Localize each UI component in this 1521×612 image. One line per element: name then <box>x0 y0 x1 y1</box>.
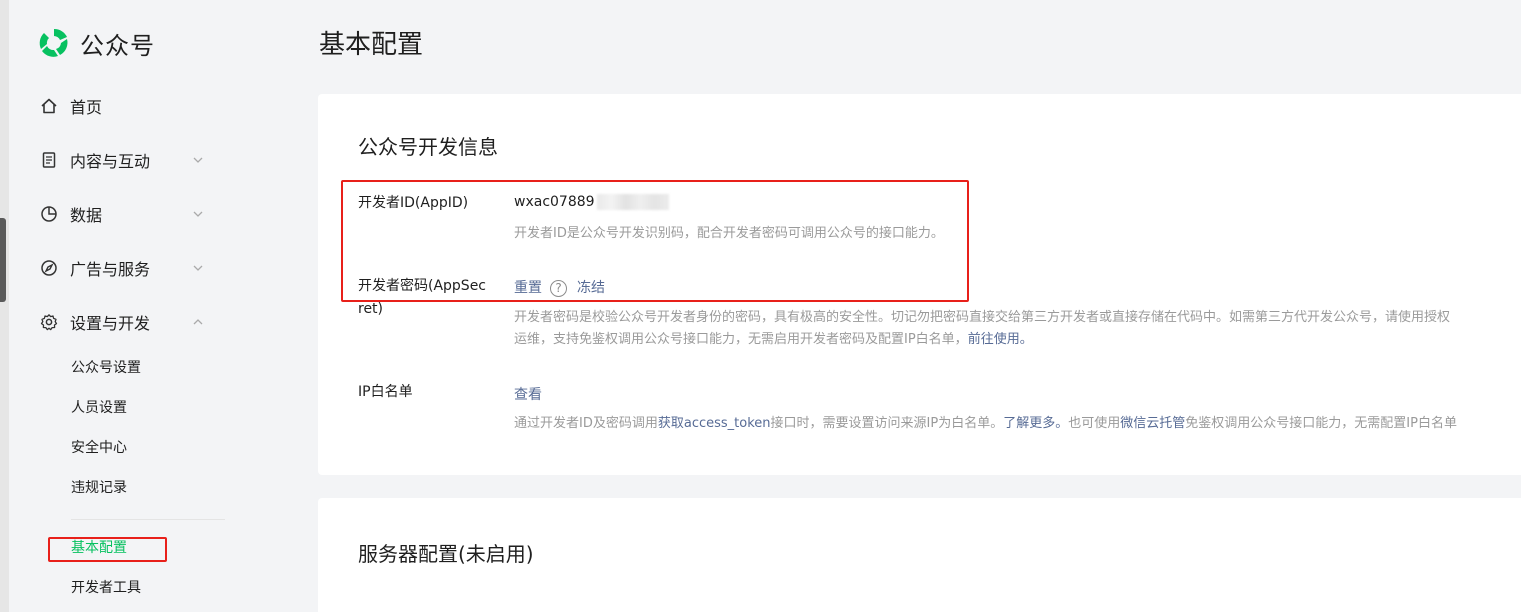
sidebar-item-label: 首页 <box>70 98 103 117</box>
ip-desc-b: 接口时，需要设置访问来源IP为白名单。 <box>770 416 1004 431</box>
sidebar-item-settings[interactable]: 设置与开发 <box>40 310 210 334</box>
sidebar-item-home[interactable]: 首页 <box>40 94 210 118</box>
scrollbar-handle[interactable] <box>0 218 6 302</box>
sidebar-subitem-dev-tools[interactable]: 开发者工具 <box>71 578 141 598</box>
access-token-link[interactable]: 获取access_token <box>658 416 771 431</box>
gear-icon <box>40 313 58 331</box>
highlight-box-credentials <box>341 180 969 302</box>
chevron-down-icon <box>193 265 203 271</box>
sidebar-subitem-violations[interactable]: 违规记录 <box>71 478 127 498</box>
chevron-down-icon <box>193 157 203 163</box>
sidebar-item-label: 设置与开发 <box>70 314 151 333</box>
wechat-official-logo-icon <box>39 28 68 57</box>
home-icon <box>40 97 58 115</box>
server-config-card: 服务器配置(未启用) <box>318 498 1521 612</box>
ip-desc-d: 免鉴权调用公众号接口能力，无需配置IP白名单 <box>1185 416 1457 431</box>
appsecret-desc-text: 运维，支持免鉴权调用公众号接口能力，无需启用开发者密码及配置IP白名单， <box>514 332 968 347</box>
server-config-title: 服务器配置(未启用) <box>358 542 534 566</box>
appsecret-desc-line2: 运维，支持免鉴权调用公众号接口能力，无需启用开发者密码及配置IP白名单，前往使用… <box>514 329 1033 351</box>
sidebar-item-label: 内容与互动 <box>70 152 151 171</box>
appsecret-label-line2: ret) <box>358 301 384 317</box>
dev-info-title: 公众号开发信息 <box>358 135 498 159</box>
window-edge <box>0 0 9 612</box>
sidebar-item-data[interactable]: 数据 <box>40 202 210 226</box>
document-icon <box>40 151 58 169</box>
sidebar-item-content[interactable]: 内容与互动 <box>40 148 210 172</box>
sidebar-item-label: 广告与服务 <box>70 260 151 279</box>
sidebar-item-ads[interactable]: 广告与服务 <box>40 256 210 280</box>
chevron-up-icon <box>193 319 203 325</box>
ip-whitelist-label: IP白名单 <box>358 384 413 400</box>
sidebar-divider <box>71 519 225 520</box>
page-title: 基本配置 <box>319 30 424 60</box>
go-use-link[interactable]: 前往使用。 <box>968 332 1033 347</box>
chevron-down-icon <box>193 211 203 217</box>
sidebar-subitem-security[interactable]: 安全中心 <box>71 438 127 458</box>
ip-whitelist-desc: 通过开发者ID及密码调用获取access_token接口时，需要设置访问来源IP… <box>514 413 1457 435</box>
learn-more-link[interactable]: 了解更多。 <box>1003 416 1068 431</box>
ip-desc-a: 通过开发者ID及密码调用 <box>514 416 658 431</box>
pie-chart-icon <box>40 205 58 223</box>
sidebar-subitem-account-settings[interactable]: 公众号设置 <box>71 358 141 378</box>
app-name: 公众号 <box>80 31 155 60</box>
app-logo[interactable]: 公众号 <box>36 25 155 61</box>
sidebar: 公众号 首页 内容与互动 数据 广告与服务 设置与开发 公众号设置 人员设置 安… <box>9 0 288 612</box>
appsecret-desc-line1: 开发者密码是校验公众号开发者身份的密码，具有极高的安全性。切记勿把密码直接交给第… <box>514 310 1451 325</box>
cloud-hosting-link[interactable]: 微信云托管 <box>1120 416 1185 431</box>
sidebar-item-label: 数据 <box>70 206 103 225</box>
ip-desc-c: 也可使用 <box>1068 416 1121 431</box>
sidebar-subitem-members[interactable]: 人员设置 <box>71 398 127 418</box>
compass-icon <box>40 259 58 277</box>
highlight-box-basic-config <box>48 537 167 562</box>
view-whitelist-link[interactable]: 查看 <box>514 384 542 404</box>
